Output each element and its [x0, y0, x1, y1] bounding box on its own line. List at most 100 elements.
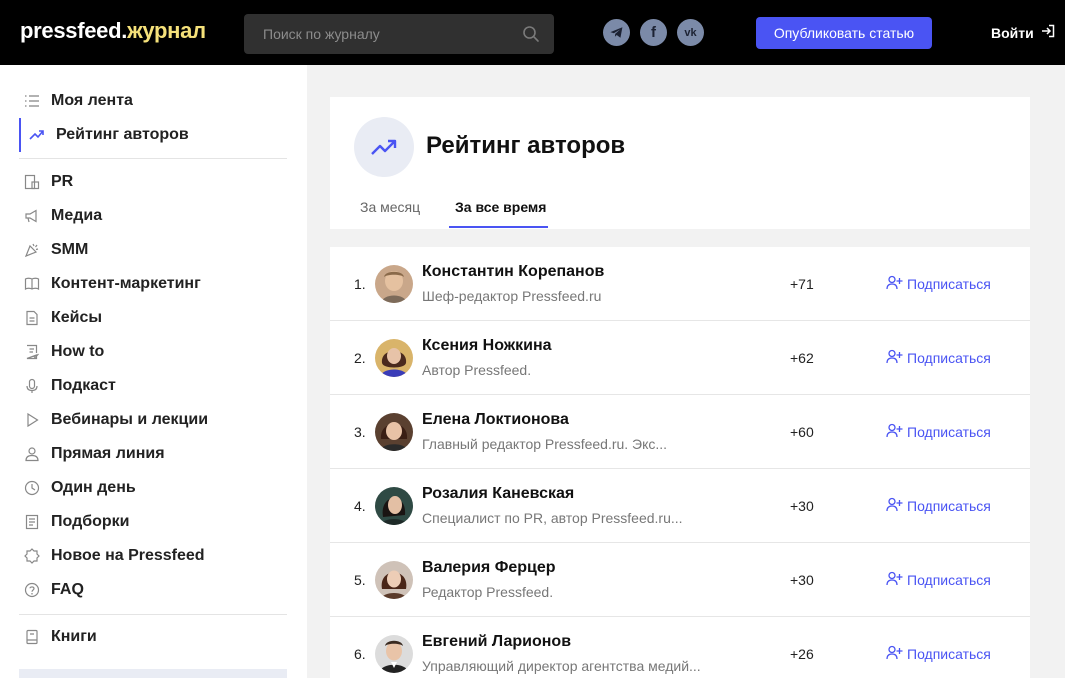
- search-input[interactable]: [244, 14, 514, 54]
- trending-icon: [354, 117, 414, 177]
- subscribe-button[interactable]: Подписаться: [886, 645, 991, 663]
- add-user-icon: [886, 423, 903, 441]
- sidebar-item-label: Вебинары и лекции: [51, 411, 209, 428]
- subscribe-label: Подписаться: [907, 424, 991, 440]
- sidebar-divider: [19, 158, 287, 159]
- sidebar-item-podcast[interactable]: Подкаст: [19, 372, 116, 400]
- active-tab-indicator: [449, 226, 548, 228]
- sidebar-item-label: Прямая линия: [51, 445, 165, 462]
- subscribe-button[interactable]: Подписаться: [886, 423, 991, 441]
- login-label: Войти: [991, 24, 1034, 41]
- collection-icon: [23, 513, 41, 531]
- clock-icon: [23, 479, 41, 497]
- author-name[interactable]: Константин Корепанов: [422, 263, 604, 281]
- avatar[interactable]: [375, 487, 413, 525]
- sidebar-item-webinars[interactable]: Вебинары и лекции: [19, 406, 208, 434]
- subscribe-button[interactable]: Подписаться: [886, 497, 991, 515]
- search-icon[interactable]: [522, 25, 540, 43]
- publish-article-button[interactable]: Опубликовать статью: [756, 17, 932, 49]
- author-name[interactable]: Розалия Каневская: [422, 485, 574, 503]
- sidebar-item-label: Один день: [51, 479, 136, 496]
- subscribe-button[interactable]: Подписаться: [886, 571, 991, 589]
- book-icon: [23, 275, 41, 293]
- author-row: 2. Ксения Ножкина Автор Pressfeed. +62 П…: [330, 321, 1030, 395]
- vk-glyph: vk: [684, 26, 697, 39]
- sidebar-item-media[interactable]: Медиа: [19, 202, 102, 230]
- tab-month[interactable]: За месяц: [360, 199, 420, 215]
- logo-accent-text: журнал: [127, 18, 206, 43]
- avatar[interactable]: [375, 561, 413, 599]
- sidebar-item-label: Подборки: [51, 513, 130, 530]
- avatar[interactable]: [375, 339, 413, 377]
- subscribe-label: Подписаться: [907, 276, 991, 292]
- author-score: +71: [790, 276, 814, 292]
- author-score: +30: [790, 498, 814, 514]
- list-icon: [23, 92, 41, 110]
- sidebar-item-pr[interactable]: PR: [19, 168, 73, 196]
- telegram-icon[interactable]: [603, 19, 630, 46]
- author-name[interactable]: Евгений Ларионов: [422, 633, 571, 651]
- sidebar-item-direct-line[interactable]: Прямая линия: [19, 440, 165, 468]
- author-role: Управляющий директор агентства медий...: [422, 658, 701, 674]
- author-row: 5. Валерия Ферцер Редактор Pressfeed. +3…: [330, 543, 1030, 617]
- author-rank: 5.: [354, 572, 366, 588]
- site-logo[interactable]: pressfeed.журнал: [20, 18, 206, 44]
- author-row: 6. Евгений Ларионов Управляющий директор…: [330, 617, 1030, 678]
- sidebar-item-label: Кейсы: [51, 309, 103, 326]
- sidebar-item-label: How to: [51, 343, 105, 360]
- author-name[interactable]: Елена Локтионова: [422, 411, 569, 429]
- sidebar-divider: [19, 614, 287, 615]
- author-rank: 6.: [354, 646, 366, 662]
- sidebar-item-my-feed[interactable]: Моя лента: [19, 87, 133, 115]
- author-name[interactable]: Валерия Ферцер: [422, 559, 556, 577]
- sidebar-item-label: Рейтинг авторов: [56, 126, 189, 143]
- facebook-glyph: f: [651, 24, 656, 41]
- sidebar-item-authors-rating[interactable]: Рейтинг авторов: [19, 118, 189, 152]
- document-icon: [23, 309, 41, 327]
- avatar[interactable]: [375, 635, 413, 673]
- author-rank: 2.: [354, 350, 366, 366]
- sidebar-item-how-to[interactable]: How to: [19, 338, 104, 366]
- sidebar-item-label: FAQ: [51, 581, 84, 598]
- sidebar-item-one-day[interactable]: Один день: [19, 474, 136, 502]
- tab-all-time[interactable]: За все время: [455, 199, 546, 215]
- subscribe-label: Подписаться: [907, 350, 991, 366]
- login-icon: [1041, 24, 1055, 41]
- subscribe-button[interactable]: Подписаться: [886, 349, 991, 367]
- sidebar-item-content-marketing[interactable]: Контент-маркетинг: [19, 270, 201, 298]
- authors-list: 1. Константин Корепанов Шеф-редактор Pre…: [330, 247, 1030, 678]
- sidebar-item-label: Книги: [51, 628, 97, 645]
- sidebar-item-cases[interactable]: Кейсы: [19, 304, 102, 332]
- sidebar-item-smm[interactable]: SMM: [19, 236, 88, 264]
- sidebar-item-label: Медиа: [51, 207, 103, 224]
- microphone-icon: [23, 377, 41, 395]
- sidebar-item-label: Подкаст: [51, 377, 116, 394]
- sidebar-item-faq[interactable]: FAQ: [19, 576, 84, 604]
- add-user-icon: [886, 349, 903, 367]
- subscribe-button[interactable]: Подписаться: [886, 275, 991, 293]
- party-icon: [23, 241, 41, 259]
- avatar[interactable]: [375, 265, 413, 303]
- checklist-icon: [23, 343, 41, 361]
- facebook-icon[interactable]: f: [640, 19, 667, 46]
- author-score: +26: [790, 646, 814, 662]
- author-name[interactable]: Ксения Ножкина: [422, 337, 552, 355]
- subscribe-label: Подписаться: [907, 646, 991, 662]
- person-icon: [23, 445, 41, 463]
- author-role: Редактор Pressfeed.: [422, 584, 554, 600]
- subscribe-label: Подписаться: [907, 498, 991, 514]
- sidebar-item-new-on-pressfeed[interactable]: Новое на Pressfeed: [19, 542, 205, 570]
- author-rank: 3.: [354, 424, 366, 440]
- question-icon: [23, 581, 41, 599]
- vk-icon[interactable]: vk: [677, 19, 704, 46]
- avatar[interactable]: [375, 413, 413, 451]
- top-header: pressfeed.журнал f vk Опубликовать стать…: [0, 0, 1065, 65]
- subscribe-label: Подписаться: [907, 572, 991, 588]
- sidebar-item-label: Новое на Pressfeed: [51, 547, 205, 564]
- sidebar-item-collections[interactable]: Подборки: [19, 508, 130, 536]
- author-rank: 4.: [354, 498, 366, 514]
- search-box: [244, 14, 554, 54]
- login-button[interactable]: Войти: [991, 24, 1055, 41]
- author-row: 1. Константин Корепанов Шеф-редактор Pre…: [330, 247, 1030, 321]
- sidebar-item-books[interactable]: Книги: [19, 623, 97, 651]
